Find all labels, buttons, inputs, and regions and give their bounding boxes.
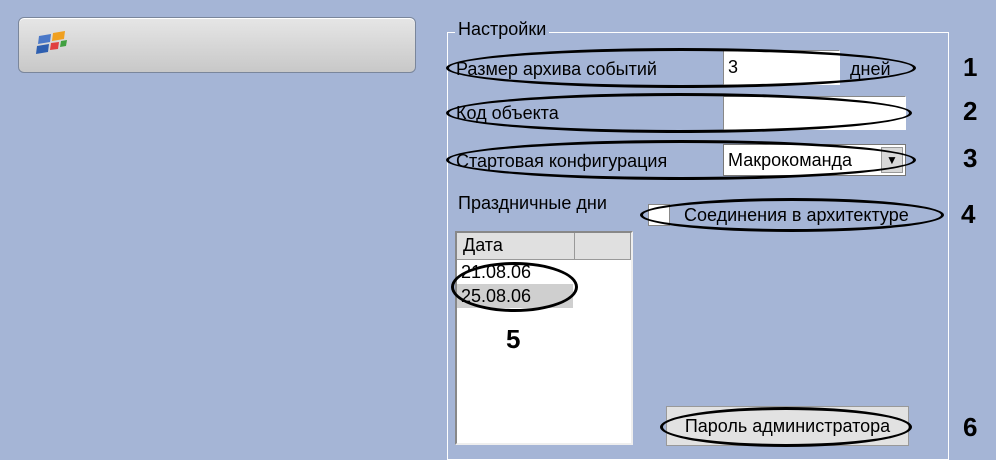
windows-logo-icon bbox=[36, 31, 67, 54]
object-button[interactable] bbox=[18, 17, 416, 73]
callout-oval-5 bbox=[451, 262, 578, 312]
callout-oval-1 bbox=[446, 48, 916, 88]
holidays-list[interactable]: Дата 21.08.06 25.08.06 bbox=[455, 231, 633, 445]
callout-oval-4 bbox=[640, 198, 944, 232]
callout-number-2: 2 bbox=[963, 96, 978, 126]
callout-number-1: 1 bbox=[963, 52, 978, 82]
callout-oval-2 bbox=[446, 93, 912, 133]
callout-number-6: 6 bbox=[963, 412, 978, 442]
callout-oval-6 bbox=[660, 407, 912, 447]
date-column-header[interactable]: Дата bbox=[457, 233, 575, 260]
callout-number-4: 4 bbox=[961, 199, 976, 229]
callout-number-5: 5 bbox=[506, 324, 521, 354]
holidays-label: Праздничные дни bbox=[458, 193, 607, 213]
settings-group-title: Настройки bbox=[455, 19, 550, 40]
callout-oval-3 bbox=[446, 140, 916, 180]
empty-column-header bbox=[575, 233, 631, 260]
callout-number-3: 3 bbox=[963, 143, 978, 173]
